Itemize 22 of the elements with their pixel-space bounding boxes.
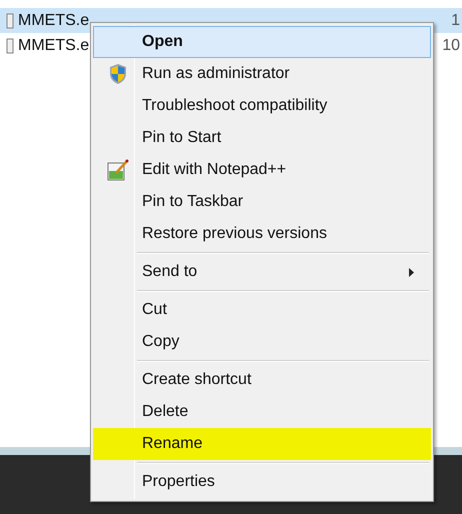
file-name: MMETS.e — [18, 10, 90, 30]
menu-item[interactable]: Restore previous versions — [93, 218, 431, 250]
menu-item[interactable]: Open — [93, 26, 431, 58]
menu-item[interactable]: Troubleshoot compatibility — [93, 90, 431, 122]
menu-item[interactable]: Edit with Notepad++ — [93, 154, 431, 186]
menu-item[interactable]: Properties — [93, 466, 431, 498]
file-date: 10 — [442, 36, 460, 56]
file-icon — [6, 38, 14, 54]
notepad-icon — [107, 159, 129, 181]
file-icon — [6, 12, 14, 28]
menu-item[interactable]: Pin to Start — [93, 122, 431, 154]
menu-item[interactable]: Pin to Taskbar — [93, 186, 431, 218]
shield-icon — [108, 63, 128, 85]
menu-item[interactable]: Rename — [93, 428, 431, 460]
menu-item[interactable]: Run as administrator — [93, 58, 431, 90]
menu-item[interactable]: Create shortcut — [93, 364, 431, 396]
menu-item[interactable]: Cut — [93, 294, 431, 326]
file-date: 1 — [451, 10, 460, 30]
menu-item[interactable]: Delete — [93, 396, 431, 428]
file-name: MMETS.e — [18, 36, 90, 56]
menu-item[interactable]: Send to — [93, 256, 431, 288]
menu-item[interactable]: Copy — [93, 326, 431, 358]
